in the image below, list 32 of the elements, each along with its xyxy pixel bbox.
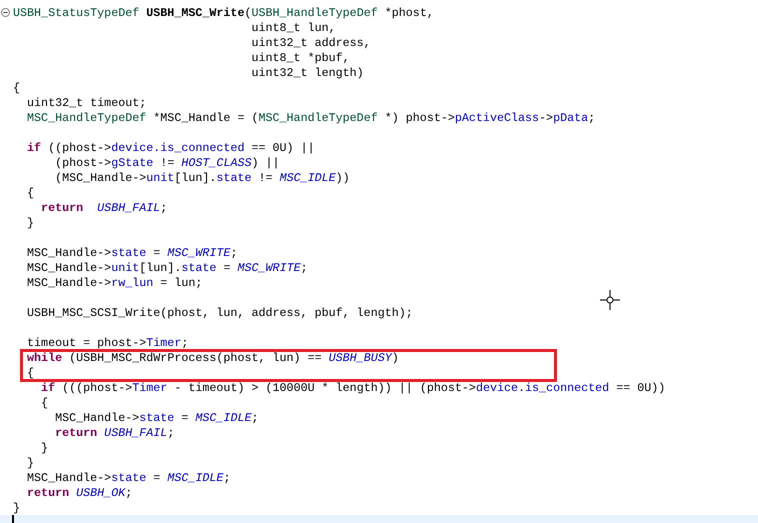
code-line: MSC_HandleTypeDef *MSC_Handle = (MSC_HandleTypeDef *) phost->pActiveClass->pData; [26,111,596,125]
code-line: USBH_MSC_SCSI_Write(phost, lun, address, pbuf, length); [26,306,413,320]
code-line: timeout = phost->Timer; [26,336,188,350]
code-line: while (USBH_MSC_RdWrProcess(phost, lun) == USBH_BUSY) [26,351,399,365]
code-line: { [40,396,48,410]
code-line: } [26,456,34,470]
code-line: MSC_Handle->state = MSC_WRITE; [26,246,238,260]
code-line: if ((phost->device.is_connected == 0U) || [26,141,315,155]
code-line: MSC_Handle->state = MSC_IDLE; [54,411,258,425]
code-line: uint32_t address, [250,36,371,50]
code-line: return USBH_OK; [26,486,132,500]
crosshair-cursor-icon [600,290,620,310]
code-line: MSC_Handle->state = MSC_IDLE; [26,471,230,485]
code-line: { [13,81,20,95]
code-line: (phost->gState != HOST_CLASS) || [54,156,280,170]
code-line: } [40,441,48,455]
code-line: if (((phost->Timer - timeout) > (10000U * length)) || (phost->device.is_connected == 0U)) [40,381,666,395]
code-line: MSC_Handle->rw_lun = lun; [26,276,202,290]
collapse-icon[interactable] [1,8,10,17]
code-line: USBH_StatusTypeDef USBH_MSC_Write(USBH_HandleTypeDef *phost, [13,6,434,20]
code-line: uint32_t length) [250,66,364,80]
code-line: (MSC_Handle->unit[lun].state != MSC_IDLE)) [54,171,350,185]
code-line: uint8_t lun, [250,21,336,35]
code-line: { [26,366,34,380]
code-line: { [26,186,34,200]
code-line: return USBH_FAIL; [54,426,174,440]
code-line: } [26,216,34,230]
code-line: } [13,501,20,515]
code-line: uint32_t timeout; [26,96,146,110]
code-line: uint8_t *pbuf, [250,51,350,65]
code-line: MSC_Handle->unit[lun].state = MSC_WRITE; [26,261,308,275]
code-line: return USBH_FAIL; [40,201,168,215]
